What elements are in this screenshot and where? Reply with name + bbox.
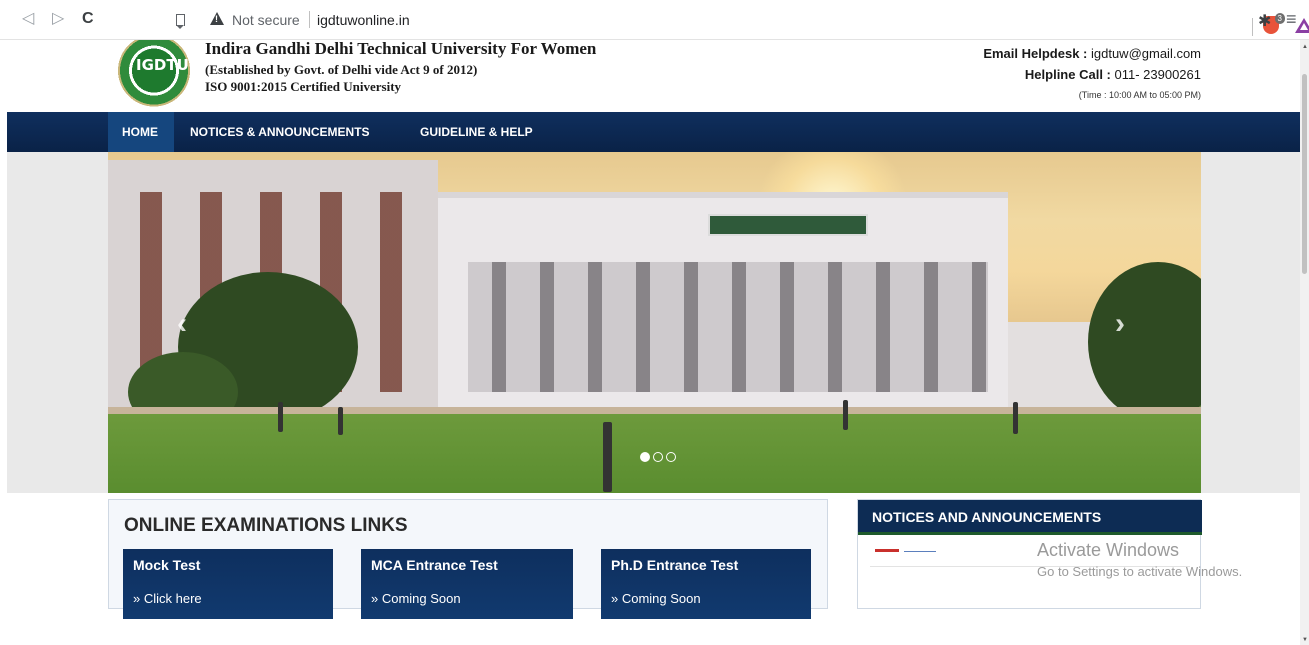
helpline-value: 011- 23900261 [1110,67,1201,82]
scroll-up-icon[interactable]: ▲ [1302,44,1308,50]
main-nav: HOME NOTICES & ANNOUNCEMENTS GUIDELINE &… [7,112,1300,152]
exam-card-link[interactable]: » Coming Soon [371,591,461,606]
notices-header: NOTICES AND ANNOUNCEMENTS [858,500,1202,535]
extensions-icon[interactable]: ✱ [1258,11,1271,31]
person [843,400,848,430]
toolbar-divider [1252,18,1253,36]
university-subtitle: (Established by Govt. of Delhi vide Act … [205,62,478,77]
address-bar[interactable]: Not secure igdtuwonline.in 3 [198,6,1309,36]
exam-card-link[interactable]: » Coming Soon [611,591,701,606]
person [278,402,283,432]
security-label[interactable]: Not secure [232,12,300,28]
back-icon[interactable]: ◁ [22,10,34,28]
notice-link[interactable] [904,551,936,552]
main-building-windows [468,262,988,392]
scrollbar-thumb[interactable] [1302,74,1307,274]
online-exams-panel: ONLINE EXAMINATIONS LINKS Mock Test » Cl… [108,499,828,619]
helpline-time: (Time : 10:00 AM to 05:00 PM) [1078,90,1201,100]
university-logo[interactable]: IGDTU [110,40,198,108]
carousel-dot[interactable] [666,452,676,462]
hero-carousel: ‹ › [7,152,1300,493]
exam-card-title: MCA Entrance Test [371,557,498,573]
forward-icon[interactable]: ▷ [52,10,64,28]
url-divider [309,11,310,28]
person [603,422,612,492]
carousel-dot[interactable] [653,452,663,462]
nav-notices[interactable]: NOTICES & ANNOUNCEMENTS [190,125,370,139]
carousel-dot[interactable] [640,452,650,462]
exam-card-mca[interactable]: MCA Entrance Test » Coming Soon [361,549,573,619]
warning-icon[interactable] [210,12,224,25]
logo-text: IGDTU [136,56,189,74]
nav-home-label: HOME [122,125,158,139]
menu-icon[interactable]: ≡ [1286,9,1297,30]
iso-certification: ISO 9001:2015 Certified University [205,79,402,94]
exam-card-phd[interactable]: Ph.D Entrance Test » Coming Soon [601,549,811,619]
activate-windows-subtitle: Go to Settings to activate Windows. [1037,564,1243,579]
person [338,407,343,435]
nav-guideline[interactable]: GUIDELINE & HELP [420,125,533,139]
reload-icon[interactable]: C [82,10,94,28]
building-signboard [708,214,868,236]
email-helpdesk: Email Helpdesk : igdtuw@gmail.com [983,46,1201,61]
exams-title: ONLINE EXAMINATIONS LINKS [124,515,408,536]
page-scrollbar[interactable]: ▲ ▼ [1300,40,1309,645]
shields-badge: 3 [1274,13,1285,24]
url-text[interactable]: igdtuwonline.in [317,12,410,28]
new-badge-icon [875,549,899,552]
bookmark-icon[interactable] [176,14,185,26]
person [1013,402,1018,434]
brave-rewards-icon[interactable] [1295,18,1309,33]
browser-toolbar: ◁ ▷ C Not secure igdtuwonline.in 3 ✱ ≡ [0,0,1309,40]
exam-card-title: Mock Test [133,557,201,573]
exam-card-mock[interactable]: Mock Test » Click here [123,549,333,619]
university-title: Indira Gandhi Delhi Technical University… [205,40,597,58]
email-label: Email Helpdesk : [983,46,1088,61]
activate-windows-title: Activate Windows [1037,540,1180,560]
scroll-down-icon[interactable]: ▼ [1302,637,1308,643]
campus-photo [108,152,1201,493]
carousel-next-icon[interactable]: › [1115,307,1125,341]
carousel-indicators [640,449,679,462]
exam-card-link[interactable]: » Click here [133,591,202,606]
exam-card-title: Ph.D Entrance Test [611,557,739,573]
carousel-prev-icon[interactable]: ‹ [177,307,187,341]
email-value[interactable]: igdtuw@gmail.com [1087,46,1201,61]
helpline-call: Helpline Call : 011- 23900261 [1025,67,1201,82]
helpline-label: Helpline Call : [1024,67,1111,82]
notices-title: NOTICES AND ANNOUNCEMENTS [872,509,1102,525]
nav-home[interactable]: HOME [108,112,174,152]
